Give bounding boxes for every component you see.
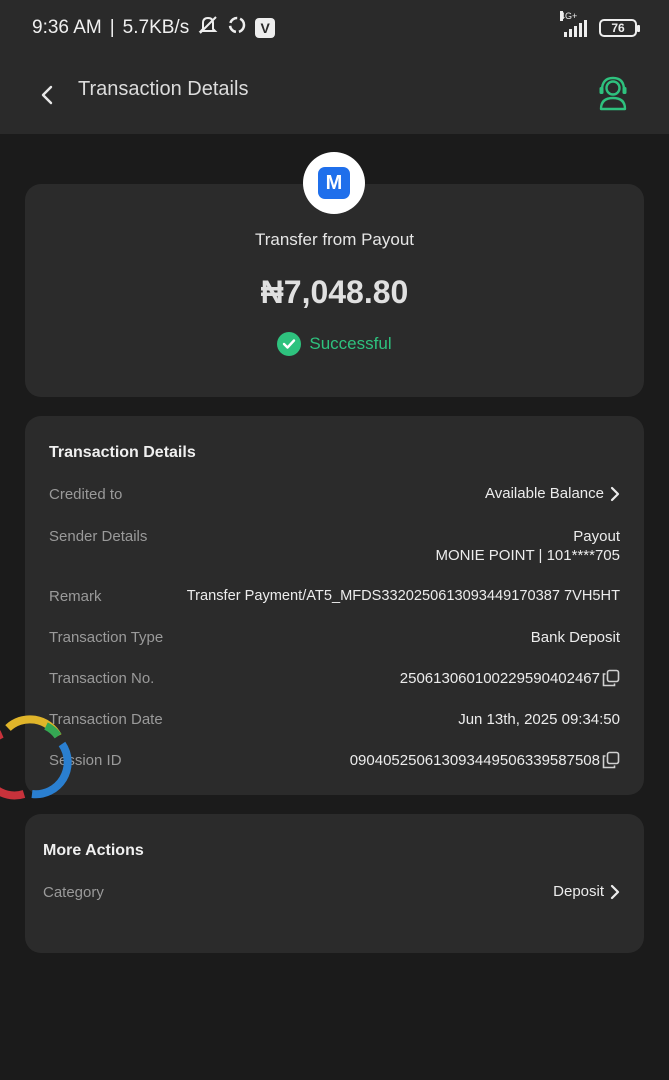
status-badge: Successful (25, 332, 644, 356)
credited-to-label: Credited to (49, 486, 123, 503)
signal-icon: 4G+ (560, 11, 587, 37)
more-actions-title: More Actions (43, 842, 144, 859)
more-actions-card: More Actions Category Deposit (25, 814, 644, 953)
battery-level: 76 (611, 21, 625, 35)
chevron-right-icon (610, 486, 620, 501)
status-separator: | (109, 17, 115, 38)
copy-icon[interactable] (602, 751, 620, 769)
transaction-date-value: Jun 13th, 2025 09:34:50 (458, 711, 620, 728)
transaction-type-value: Bank Deposit (530, 629, 620, 646)
session-id-row: 090405250613093449506339587508 (350, 751, 620, 769)
sender-bank: MONIE POINT | 101****705 (435, 547, 620, 564)
mute-icon (197, 14, 219, 42)
app-bar: Transaction Details (0, 56, 669, 134)
check-circle-icon (277, 332, 302, 356)
network-type: 4G+ (560, 11, 578, 21)
transaction-number-row: 250613060100229590402467 (400, 669, 620, 687)
transaction-type-label: Transaction Type (49, 629, 164, 646)
credited-to-link[interactable]: Available Balance (485, 485, 620, 502)
details-section-title: Transaction Details (49, 444, 196, 461)
transaction-number-value: 250613060100229590402467 (399, 669, 600, 687)
floating-assistant-ring-icon[interactable] (0, 712, 74, 804)
transaction-amount: ₦7,048.80 (260, 274, 409, 310)
network-speed: 5.7KB/s (122, 17, 190, 38)
page-title: Transaction Details (78, 78, 249, 100)
transaction-details-card: Transaction Details Credited to Availabl… (25, 416, 644, 795)
sender-details-value: Payout MONIE POINT | 101****705 (435, 528, 620, 564)
sender-details-label: Sender Details (49, 528, 148, 545)
category-label: Category (43, 884, 104, 901)
status-time: 9:36 AM (32, 17, 102, 38)
status-bar: 9:36 AM | 5.7KB/s V 4G+ 76 (0, 0, 669, 56)
sync-icon (227, 15, 247, 41)
back-button[interactable] (34, 80, 60, 110)
remark-value: Transfer Payment/AT5_MFDS332025061309344… (186, 588, 620, 604)
summary-card: Transfer from Payout ₦7,048.80 Successfu… (25, 184, 644, 397)
sender-logo: M (303, 152, 365, 214)
headset-agent-icon (599, 76, 627, 111)
chevron-left-icon (41, 85, 53, 105)
status-text: Successful (309, 334, 392, 353)
sender-name: Payout (573, 528, 620, 545)
customer-support-button[interactable] (595, 73, 631, 113)
chevron-right-icon (610, 884, 620, 899)
transaction-number-label: Transaction No. (49, 670, 155, 687)
category-link[interactable]: Deposit (553, 883, 620, 900)
credited-to-value: Available Balance (485, 485, 604, 502)
battery-icon: 76 (599, 19, 640, 37)
category-value: Deposit (553, 883, 604, 900)
transfer-title: Transfer from Payout (254, 230, 415, 249)
copy-icon[interactable] (602, 669, 620, 687)
remark-label: Remark (49, 588, 102, 605)
session-id-value: 090405250613093449506339587508 (349, 751, 600, 769)
moniepoint-logo-icon: M (318, 167, 350, 199)
v-app-icon: V (255, 18, 276, 38)
